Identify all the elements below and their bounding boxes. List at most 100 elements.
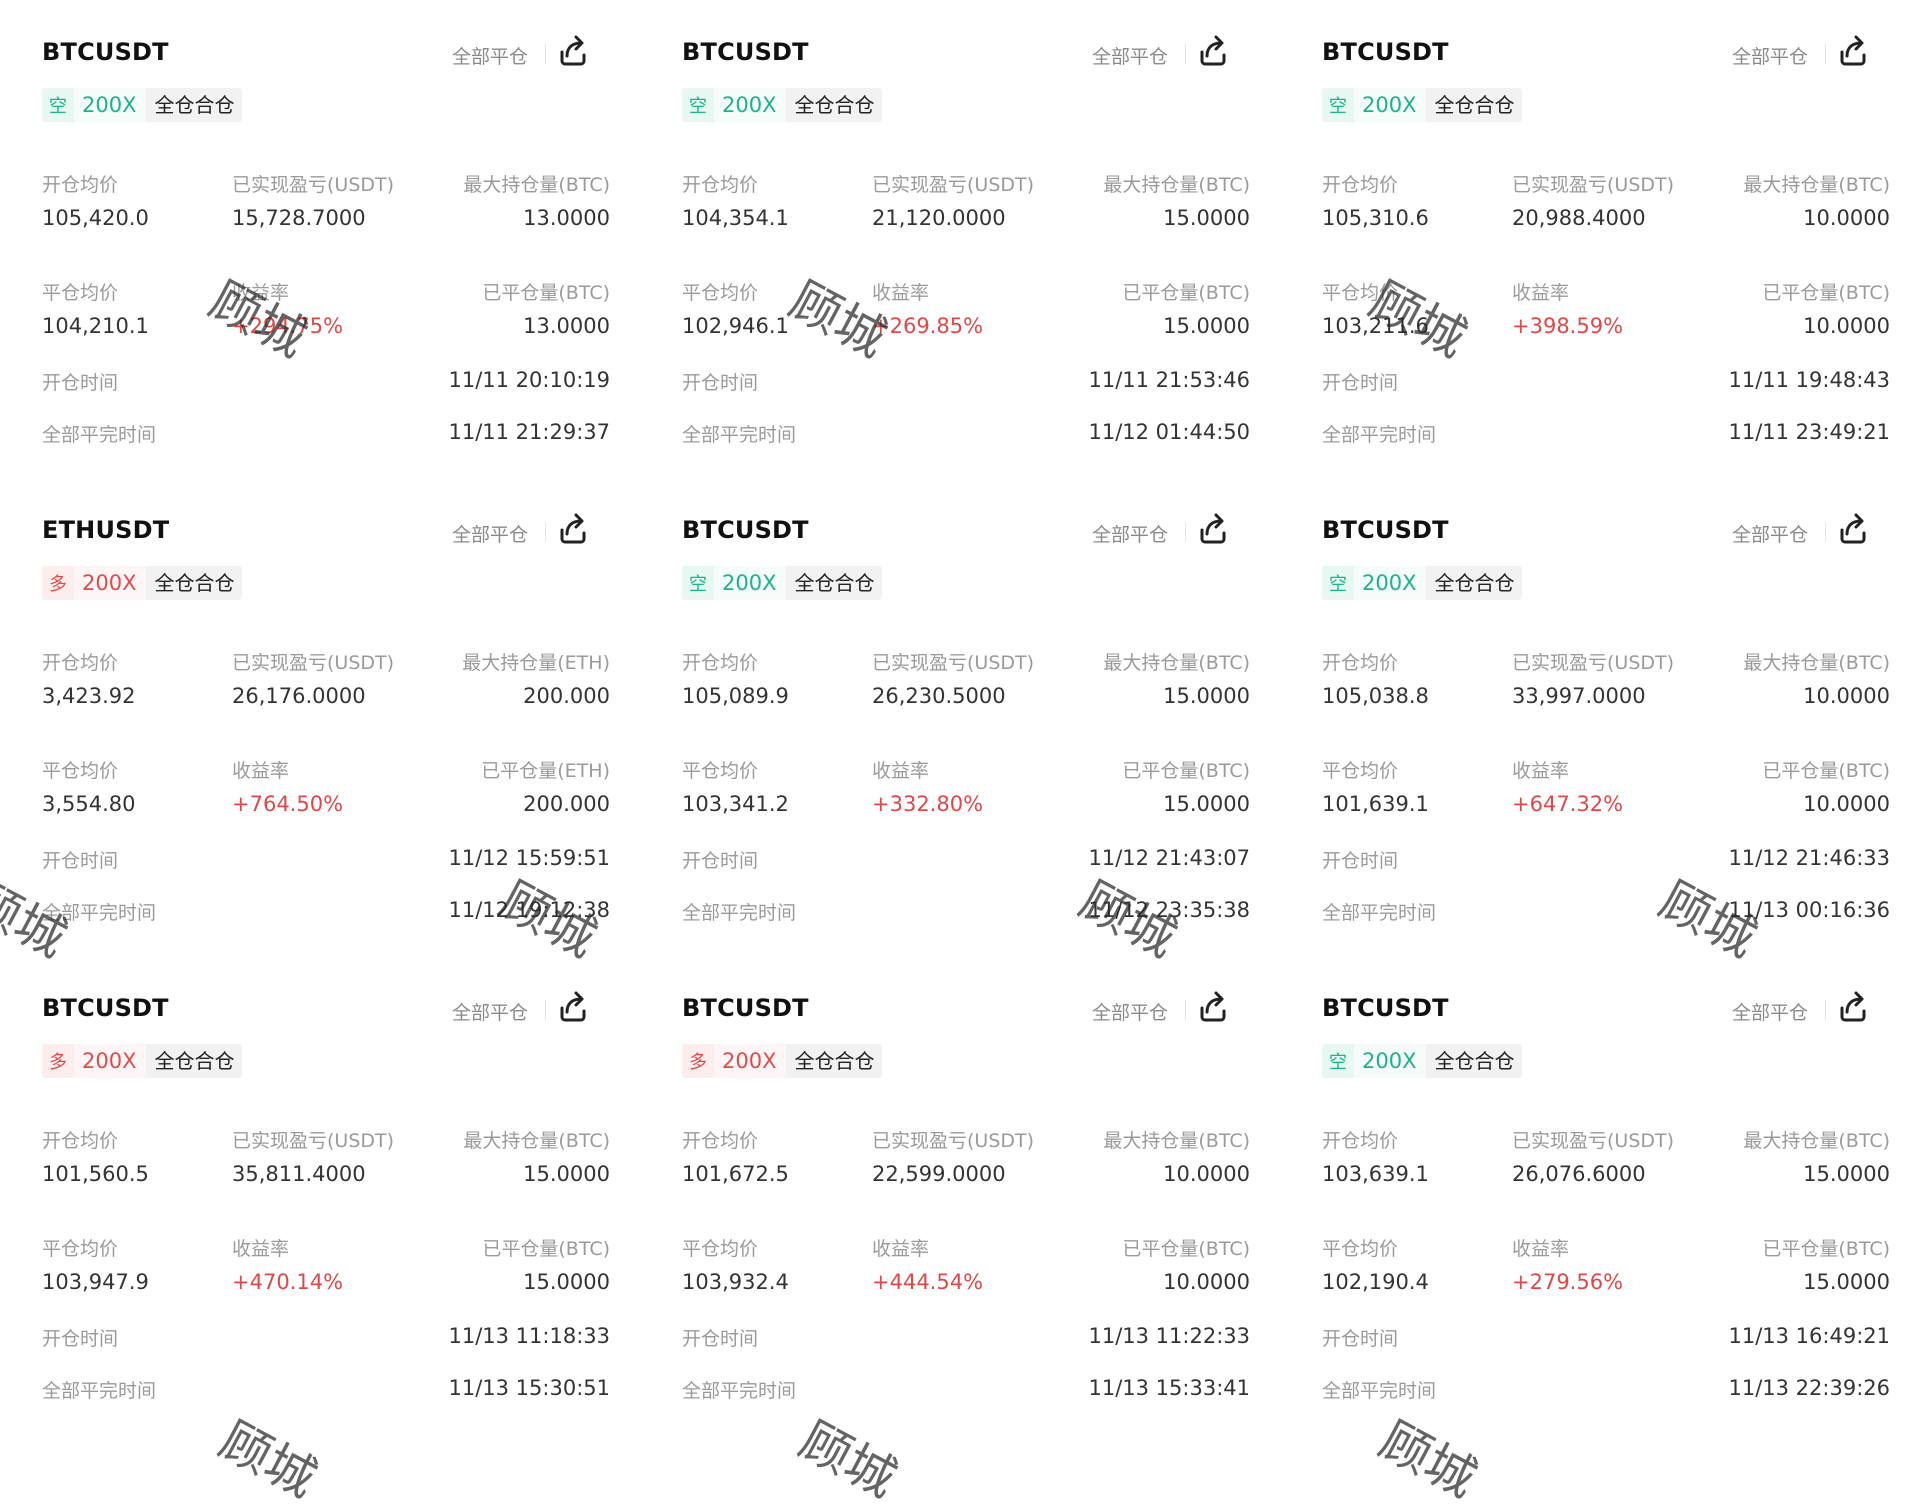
divider — [545, 1000, 546, 1020]
direction-badge: 空 — [1322, 566, 1354, 600]
symbol-title: BTCUSDT — [42, 994, 169, 1022]
position-tags: 空 200X 全仓合仓 — [42, 88, 243, 122]
open-avg-label: 开仓均价 — [1322, 652, 1399, 674]
realized-pnl-label: 已实现盈亏(USDT) — [1512, 652, 1675, 674]
leverage-badge: 200X — [74, 566, 147, 600]
position-tags: 空 200X 全仓合仓 — [1322, 566, 1523, 600]
close-avg-value: 3,554.80 — [42, 792, 136, 816]
realized-pnl-value: 26,076.6000 — [1512, 1162, 1646, 1186]
share-icon[interactable] — [1194, 32, 1232, 70]
realized-pnl-label: 已实现盈亏(USDT) — [232, 1130, 395, 1152]
realized-pnl-value: 22,599.0000 — [872, 1162, 1006, 1186]
close-avg-value: 103,211.6 — [1322, 314, 1429, 338]
position-tags: 空 200X 全仓合仓 — [682, 88, 883, 122]
closed-qty-value: 10.0000 — [1803, 792, 1890, 816]
closed-qty-value: 13.0000 — [523, 314, 610, 338]
close-all-button[interactable]: 全部平仓 — [452, 520, 528, 547]
symbol-title: BTCUSDT — [682, 994, 809, 1022]
close-all-button[interactable]: 全部平仓 — [452, 42, 528, 69]
close-all-button[interactable]: 全部平仓 — [452, 998, 528, 1025]
open-avg-label: 开仓均价 — [1322, 1130, 1399, 1152]
share-icon[interactable] — [1834, 988, 1872, 1026]
leverage-badge: 200X — [1354, 566, 1427, 600]
open-time-label: 开仓时间 — [1322, 1328, 1399, 1350]
share-icon[interactable] — [554, 988, 592, 1026]
margin-mode-badge: 全仓合仓 — [786, 566, 883, 600]
position-card[interactable]: BTCUSDT 全部平仓 空 200X 全仓合仓 开仓均价 已实现盈亏(USDT… — [1280, 956, 1920, 1434]
max-position-label: 最大持仓量(ETH) — [462, 652, 610, 674]
divider — [1825, 44, 1826, 64]
divider — [545, 522, 546, 542]
open-time-label: 开仓时间 — [42, 1328, 119, 1350]
position-card[interactable]: BTCUSDT 全部平仓 空 200X 全仓合仓 开仓均价 已实现盈亏(USDT… — [0, 0, 640, 478]
symbol-title: BTCUSDT — [1322, 38, 1449, 66]
symbol-title: ETHUSDT — [42, 516, 170, 544]
leverage-badge: 200X — [74, 88, 147, 122]
realized-pnl-value: 26,230.5000 — [872, 684, 1006, 708]
closed-qty-label: 已平仓量(BTC) — [1762, 760, 1890, 782]
roi-value: +269.85% — [872, 314, 984, 338]
roi-value: +764.50% — [232, 792, 344, 816]
share-icon[interactable] — [1834, 510, 1872, 548]
symbol-title: BTCUSDT — [42, 38, 169, 66]
close-time-value: 11/13 15:33:41 — [1088, 1376, 1250, 1400]
close-all-button[interactable]: 全部平仓 — [1732, 998, 1808, 1025]
max-position-label: 最大持仓量(BTC) — [1103, 652, 1250, 674]
max-position-label: 最大持仓量(BTC) — [1103, 1130, 1250, 1152]
close-avg-value: 103,932.4 — [682, 1270, 789, 1294]
close-all-button[interactable]: 全部平仓 — [1732, 520, 1808, 547]
margin-mode-badge: 全仓合仓 — [1426, 88, 1523, 122]
closed-qty-value: 10.0000 — [1163, 1270, 1250, 1294]
divider — [1185, 1000, 1186, 1020]
open-avg-value: 104,354.1 — [682, 206, 789, 230]
closed-qty-value: 15.0000 — [1163, 314, 1250, 338]
roi-value: +444.54% — [872, 1270, 984, 1294]
close-all-button[interactable]: 全部平仓 — [1732, 42, 1808, 69]
close-avg-label: 平仓均价 — [42, 282, 119, 304]
close-all-button[interactable]: 全部平仓 — [1092, 520, 1168, 547]
open-time-value: 11/11 20:10:19 — [448, 368, 610, 392]
position-card[interactable]: ETHUSDT 全部平仓 多 200X 全仓合仓 开仓均价 已实现盈亏(USDT… — [0, 478, 640, 956]
closed-qty-label: 已平仓量(BTC) — [1762, 1238, 1890, 1260]
open-avg-label: 开仓均价 — [1322, 174, 1399, 196]
margin-mode-badge: 全仓合仓 — [1426, 566, 1523, 600]
max-position-value: 10.0000 — [1163, 1162, 1250, 1186]
position-card[interactable]: BTCUSDT 全部平仓 空 200X 全仓合仓 开仓均价 已实现盈亏(USDT… — [1280, 0, 1920, 478]
close-avg-label: 平仓均价 — [682, 282, 759, 304]
position-card[interactable]: BTCUSDT 全部平仓 多 200X 全仓合仓 开仓均价 已实现盈亏(USDT… — [640, 956, 1280, 1434]
leverage-badge: 200X — [1354, 88, 1427, 122]
divider — [1825, 1000, 1826, 1020]
realized-pnl-value: 21,120.0000 — [872, 206, 1006, 230]
close-all-button[interactable]: 全部平仓 — [1092, 998, 1168, 1025]
max-position-label: 最大持仓量(BTC) — [463, 174, 610, 196]
close-time-value: 11/12 23:35:38 — [1088, 898, 1250, 922]
roi-label: 收益率 — [1512, 760, 1570, 782]
close-avg-label: 平仓均价 — [682, 760, 759, 782]
realized-pnl-label: 已实现盈亏(USDT) — [872, 1130, 1035, 1152]
open-time-value: 11/13 16:49:21 — [1728, 1324, 1890, 1348]
share-icon[interactable] — [554, 32, 592, 70]
max-position-value: 200.000 — [523, 684, 610, 708]
position-card[interactable]: BTCUSDT 全部平仓 空 200X 全仓合仓 开仓均价 已实现盈亏(USDT… — [1280, 478, 1920, 956]
close-avg-value: 104,210.1 — [42, 314, 149, 338]
share-icon[interactable] — [1834, 32, 1872, 70]
share-icon[interactable] — [554, 510, 592, 548]
open-avg-value: 101,560.5 — [42, 1162, 149, 1186]
leverage-badge: 200X — [714, 566, 787, 600]
share-icon[interactable] — [1194, 510, 1232, 548]
position-card[interactable]: BTCUSDT 全部平仓 多 200X 全仓合仓 开仓均价 已实现盈亏(USDT… — [0, 956, 640, 1434]
roi-value: +647.32% — [1512, 792, 1624, 816]
realized-pnl-label: 已实现盈亏(USDT) — [872, 174, 1035, 196]
direction-badge: 多 — [42, 1044, 74, 1078]
position-card[interactable]: BTCUSDT 全部平仓 空 200X 全仓合仓 开仓均价 已实现盈亏(USDT… — [640, 478, 1280, 956]
roi-value: +398.59% — [1512, 314, 1624, 338]
direction-badge: 多 — [42, 566, 74, 600]
share-icon[interactable] — [1194, 988, 1232, 1026]
roi-value: +294.75% — [232, 314, 344, 338]
realized-pnl-value: 20,988.4000 — [1512, 206, 1646, 230]
position-card[interactable]: BTCUSDT 全部平仓 空 200X 全仓合仓 开仓均价 已实现盈亏(USDT… — [640, 0, 1280, 478]
close-all-button[interactable]: 全部平仓 — [1092, 42, 1168, 69]
open-avg-value: 105,420.0 — [42, 206, 149, 230]
open-avg-label: 开仓均价 — [682, 174, 759, 196]
closed-qty-value: 15.0000 — [523, 1270, 610, 1294]
